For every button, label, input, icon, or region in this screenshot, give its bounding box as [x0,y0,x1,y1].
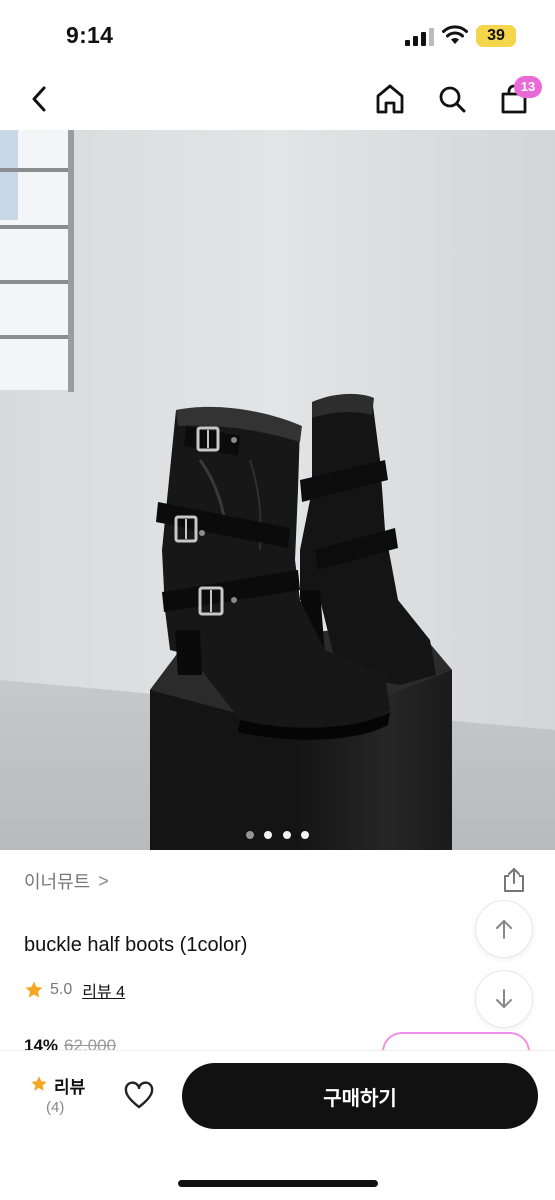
rating-value: 5.0 [50,981,73,998]
status-time: 9:14 [66,22,114,48]
pagination-dot [245,831,254,839]
boots-photo [0,130,555,850]
rating-row: 5.0 리뷰 4 [24,978,125,1002]
scroll-up-button[interactable] [475,900,533,958]
review-summary-button[interactable]: 리뷰 (4) [28,1071,98,1121]
top-nav [0,70,555,130]
cellular-signal-icon [405,28,434,46]
product-name: buckle half boots (1color) [24,934,248,956]
home-indicator [178,1180,378,1187]
heart-icon[interactable] [124,1081,154,1111]
pagination-dot [301,831,310,839]
arrow-down-icon [496,989,512,1008]
review-count: (4) [46,1099,65,1116]
search-icon[interactable] [436,82,468,116]
status-bar: 9:14 39 [0,0,555,70]
bottom-action-bar: 리뷰 (4) 구매하기 [0,1050,555,1200]
chevron-right-icon: > [98,870,109,891]
cart-count-badge: 13 [514,76,542,98]
review-link[interactable]: 리뷰 4 [82,978,125,1002]
brand-link[interactable]: 이너뮤트 > [24,868,109,894]
arrow-up-icon [496,920,512,939]
pagination-dot-active [264,831,273,839]
buy-button[interactable]: 구매하기 [182,1063,538,1129]
product-image[interactable] [0,130,555,850]
share-icon[interactable] [500,866,528,894]
back-icon[interactable] [24,82,56,116]
wifi-icon [442,25,468,44]
home-icon[interactable] [374,82,406,116]
star-icon [25,981,43,998]
brand-name: 이너뮤트 [24,872,91,892]
image-pagination [0,826,555,844]
pagination-dot [282,831,291,839]
star-icon [31,1076,47,1091]
battery-icon: 39 [476,25,516,47]
scroll-down-button[interactable] [475,970,533,1028]
review-label: 리뷰 [54,1078,86,1097]
